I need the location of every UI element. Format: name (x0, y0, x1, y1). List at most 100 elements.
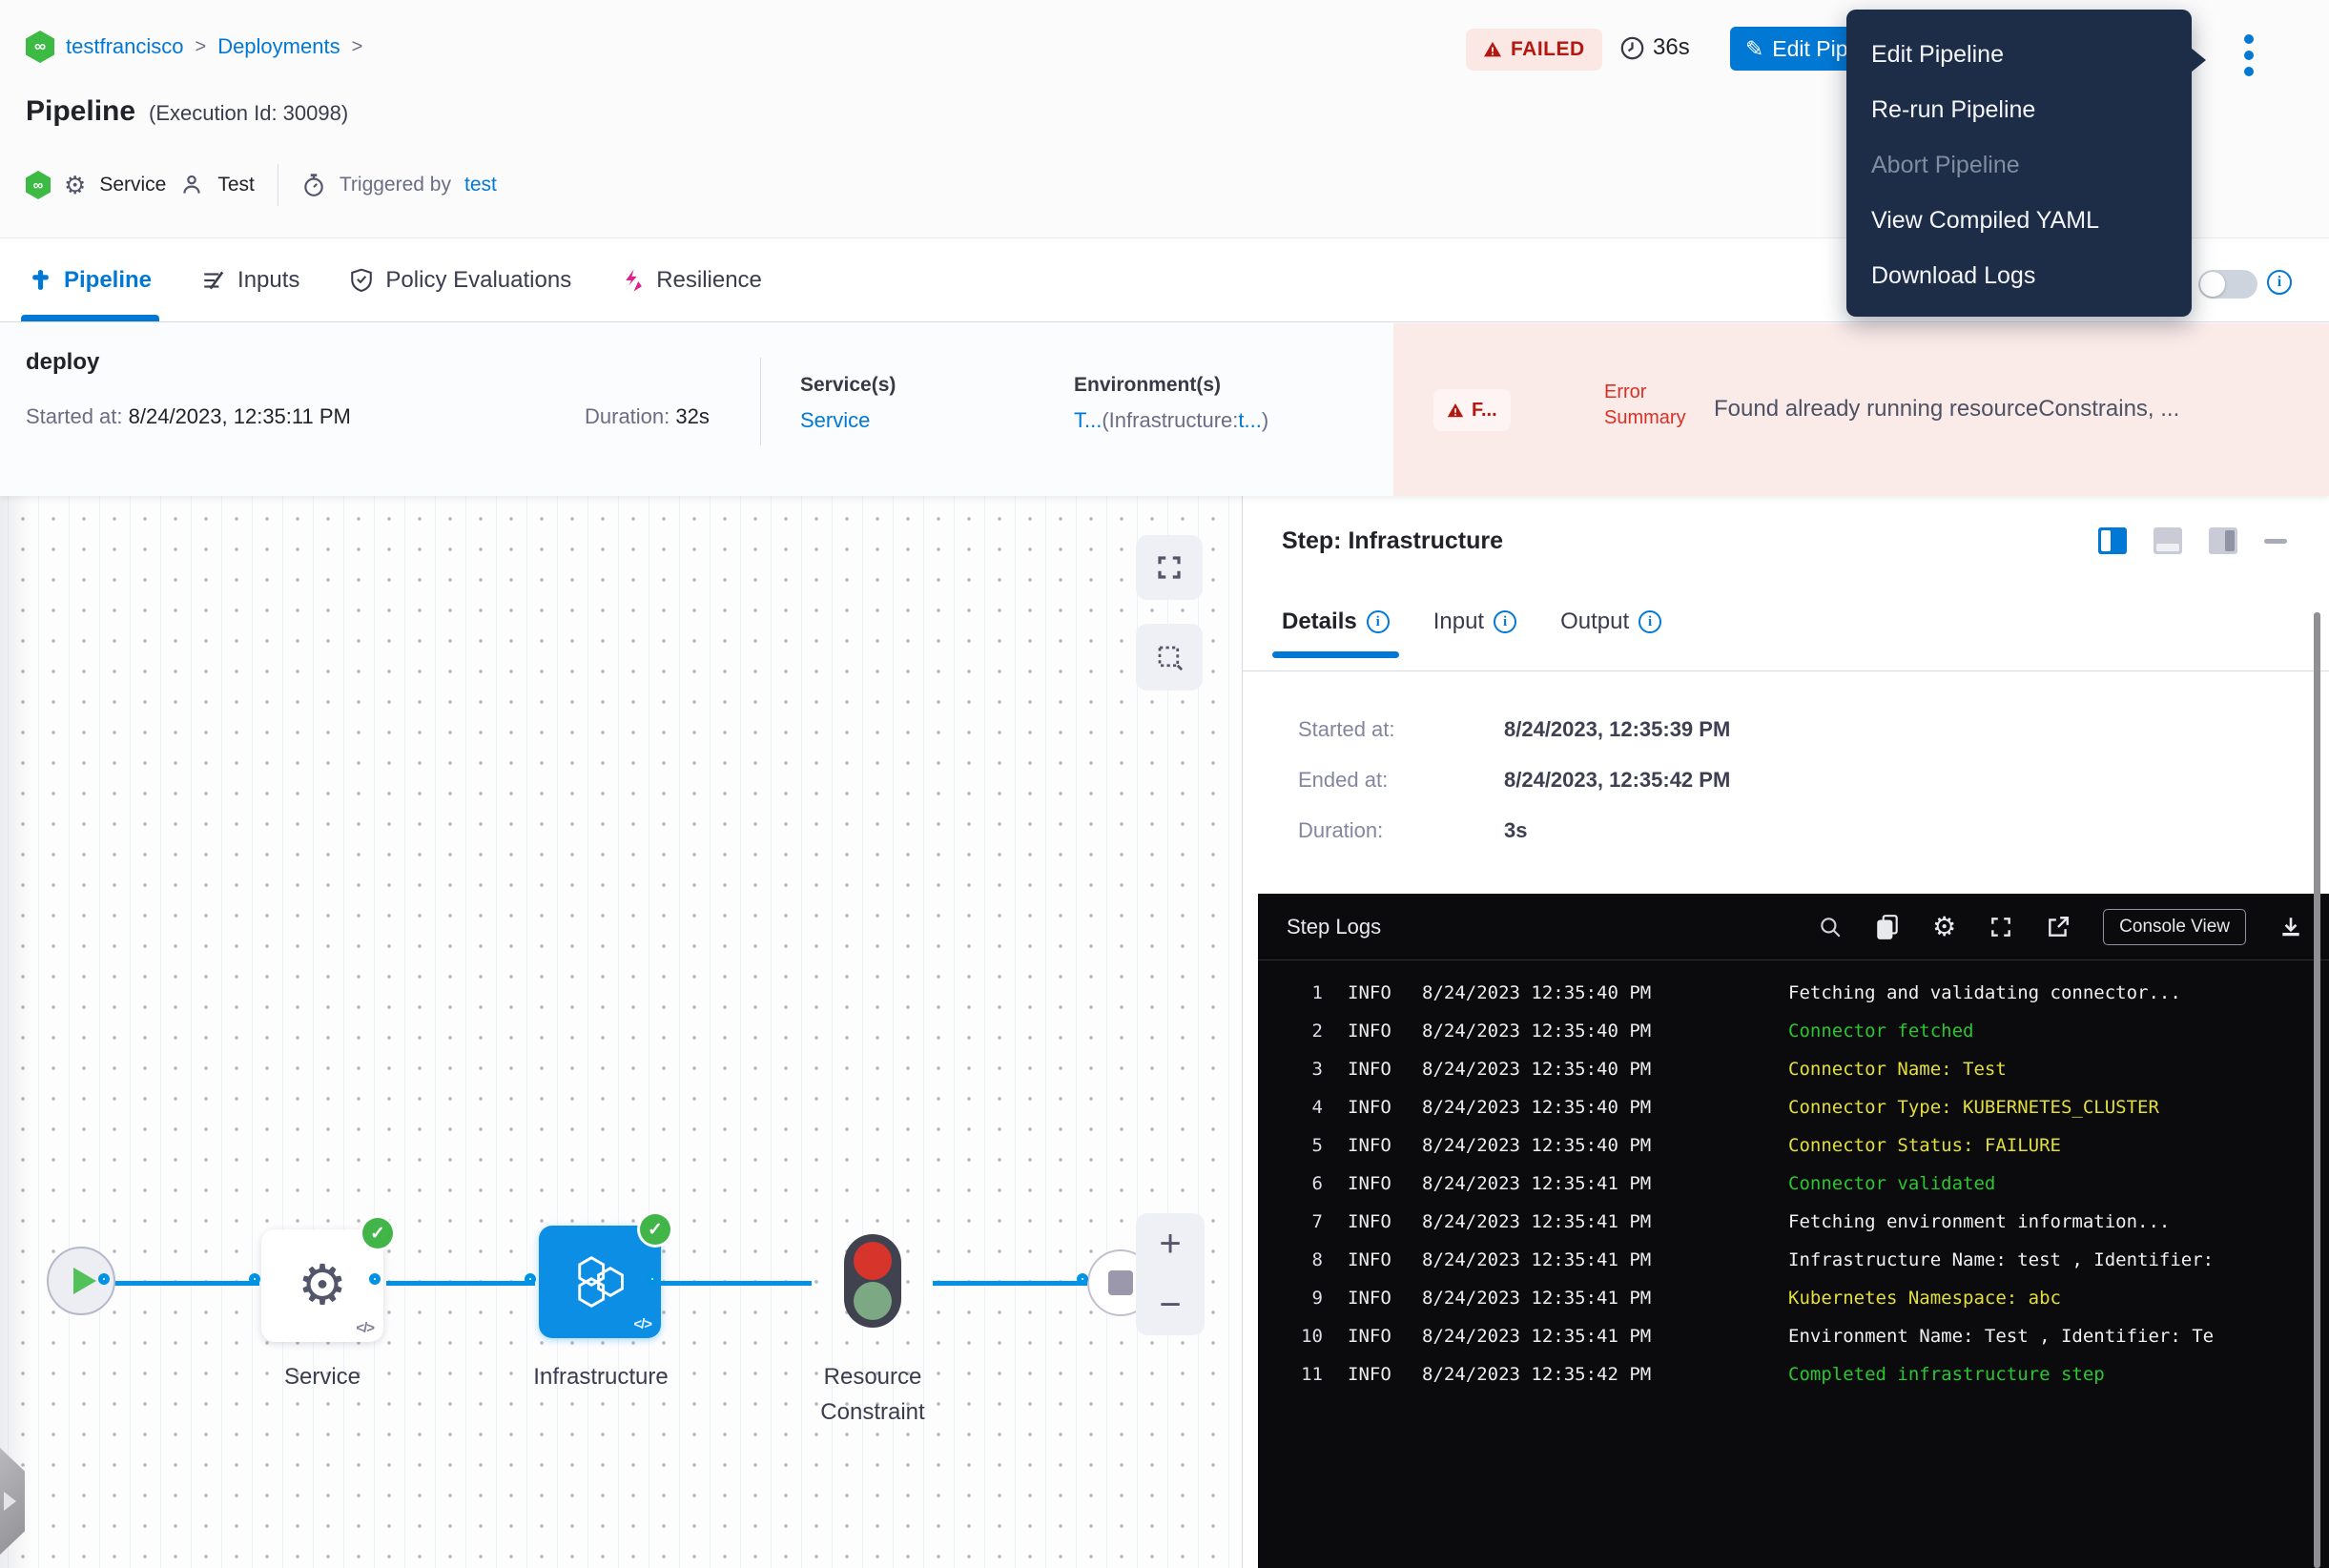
menu-item[interactable]: Re-run Pipeline (1846, 82, 2192, 137)
layout-split-vertical-icon[interactable] (2098, 527, 2127, 554)
log-message: Connector fetched (1788, 1021, 1973, 1042)
marquee-select-button[interactable] (1136, 624, 1203, 691)
fullscreen-icon (1155, 553, 1184, 582)
node-label-infrastructure: Infrastructure (505, 1359, 696, 1394)
tab-label: Policy Evaluations (385, 267, 571, 294)
log-line-number: 10 (1258, 1326, 1323, 1347)
menu-item[interactable]: Edit Pipeline (1846, 27, 2192, 82)
log-settings-gear-icon[interactable]: ⚙ (1932, 911, 1956, 942)
zoom-out-button[interactable]: − (1159, 1288, 1181, 1322)
menu-item-label: Re-run Pipeline (1871, 96, 2035, 124)
log-line-number: 11 (1258, 1364, 1323, 1385)
log-search-icon[interactable] (1818, 915, 1843, 939)
error-badge-label: F... (1472, 400, 1497, 422)
log-download-icon[interactable] (2278, 915, 2303, 939)
log-fullscreen-icon[interactable] (1989, 915, 2013, 939)
log-copy-icon[interactable] (1875, 914, 1900, 940)
step-logs-body[interactable]: 1 INFO 8/24/2023 12:35:40 PM Fetching an… (1258, 974, 2329, 1568)
success-check-icon: ✓ (640, 1214, 670, 1245)
left-panel-expander[interactable] (0, 1448, 25, 1555)
detail-label: Ended at: (1298, 768, 1504, 793)
tab-pipeline[interactable]: Pipeline (29, 238, 152, 321)
tab-resilience[interactable]: Resilience (621, 238, 762, 321)
tabbar-info-icon[interactable]: i (2267, 270, 2292, 295)
info-icon: i (1367, 610, 1390, 633)
fullscreen-button[interactable] (1136, 535, 1203, 600)
harness-logo-icon: ∞ (26, 171, 51, 199)
step-logs-panel: Step Logs ⚙ Console View (1258, 894, 2329, 1568)
view-toggle[interactable] (2198, 270, 2257, 299)
log-open-external-icon[interactable] (2046, 915, 2071, 939)
shield-check-icon (349, 267, 374, 293)
edge-port (1077, 1273, 1088, 1285)
log-timestamp: 8/24/2023 12:35:41 PM (1422, 1288, 1784, 1309)
log-timestamp: 8/24/2023 12:35:40 PM (1422, 1059, 1784, 1080)
log-message: Kubernetes Namespace: abc (1788, 1288, 2061, 1309)
layout-split-horizontal-icon[interactable] (2154, 527, 2182, 554)
tab-label: Pipeline (64, 267, 152, 294)
more-options-kebab-icon[interactable] (2243, 34, 2255, 83)
total-duration-value: 36s (1653, 34, 1690, 61)
menu-pointer-arrow (2191, 48, 2206, 72)
error-summary-text[interactable]: Found already running resourceConstrains… (1714, 396, 2286, 423)
environments-value[interactable]: T...(Infrastructure:t...) (1074, 408, 1268, 433)
edge-port (525, 1273, 536, 1285)
step-detail-tab[interactable]: Details i (1282, 609, 1390, 658)
tab-policy-evaluations[interactable]: Policy Evaluations (349, 238, 571, 321)
log-level: INFO (1348, 1288, 1422, 1309)
pipeline-options-menu: Edit Pipeline Re-run Pipeline Abort Pipe… (1846, 10, 2192, 317)
menu-item[interactable]: Abort Pipeline (1846, 137, 2192, 193)
services-value-link[interactable]: Service (800, 408, 896, 433)
log-message: Fetching and validating connector... (1788, 982, 2181, 1003)
environment-person-icon (179, 173, 204, 197)
zoom-in-button[interactable]: + (1159, 1227, 1181, 1261)
menu-item[interactable]: View Compiled YAML (1846, 193, 2192, 248)
menu-item-label: Download Logs (1871, 262, 2035, 290)
breadcrumb: ∞ testfrancisco > Deployments > (26, 31, 362, 63)
log-row: 9 INFO 8/24/2023 12:35:41 PM Kubernetes … (1258, 1279, 2329, 1317)
pipeline-graph-canvas[interactable]: ⚙ ✓ </> ✓ </> Service Infrastructure Res… (0, 496, 1242, 1568)
log-level: INFO (1348, 982, 1422, 1003)
stage-started-at: Started at: 8/24/2023, 12:35:11 PM (26, 404, 351, 429)
log-row: 1 INFO 8/24/2023 12:35:40 PM Fetching an… (1258, 974, 2329, 1012)
edge-port (98, 1273, 110, 1285)
detail-label: Started at: (1298, 717, 1504, 742)
menu-item-label: Abort Pipeline (1871, 152, 2020, 179)
step-detail-tab-label: Details (1282, 609, 1357, 635)
node-service[interactable]: ⚙ ✓ </> (261, 1229, 383, 1342)
detail-row: Ended at: 8/24/2023, 12:35:42 PM (1298, 768, 1730, 793)
node-infrastructure[interactable]: ✓ </> (539, 1226, 661, 1338)
services-label: Service(s) (800, 374, 896, 397)
chevron-right-icon: > (196, 36, 207, 58)
service-gear-icon: ⚙ (298, 1258, 347, 1313)
layout-right-drawer-icon[interactable] (2209, 527, 2237, 554)
step-detail-tab[interactable]: Output i (1560, 609, 1661, 658)
edge-port (647, 1273, 658, 1285)
environment-name[interactable]: Test (217, 174, 255, 196)
log-row: 5 INFO 8/24/2023 12:35:40 PM Connector S… (1258, 1126, 2329, 1165)
breadcrumb-project-link[interactable]: testfrancisco (66, 34, 184, 59)
info-icon: i (1639, 610, 1661, 633)
menu-item[interactable]: Download Logs (1846, 248, 2192, 303)
step-detail-tab[interactable]: Input i (1433, 609, 1516, 658)
step-details-panel: Step: Infrastructure Details i Input i O… (1242, 496, 2329, 1568)
log-line-number: 6 (1258, 1173, 1323, 1194)
service-name[interactable]: Service (99, 174, 166, 196)
log-row: 6 INFO 8/24/2023 12:35:41 PM Connector v… (1258, 1165, 2329, 1203)
console-view-button[interactable]: Console View (2103, 909, 2246, 945)
detail-value: 8/24/2023, 12:35:39 PM (1504, 717, 1730, 742)
panel-scrollbar[interactable] (2314, 612, 2320, 1568)
node-resource-constraint[interactable] (844, 1234, 901, 1328)
code-icon: </> (633, 1316, 651, 1332)
breadcrumb-deployments-link[interactable]: Deployments (217, 34, 340, 59)
tab-inputs[interactable]: Inputs (201, 238, 299, 321)
success-check-icon: ✓ (362, 1218, 393, 1248)
zoom-controls: + − (1136, 1213, 1205, 1335)
edge (386, 1281, 535, 1286)
minimize-icon[interactable] (2264, 539, 2287, 544)
info-icon: i (1494, 610, 1516, 633)
started-at-value: 8/24/2023, 12:35:11 PM (129, 404, 351, 428)
triggered-by-user-link[interactable]: test (464, 174, 497, 196)
log-timestamp: 8/24/2023 12:35:40 PM (1422, 1135, 1784, 1156)
log-message: Connector Status: FAILURE (1788, 1135, 2061, 1156)
